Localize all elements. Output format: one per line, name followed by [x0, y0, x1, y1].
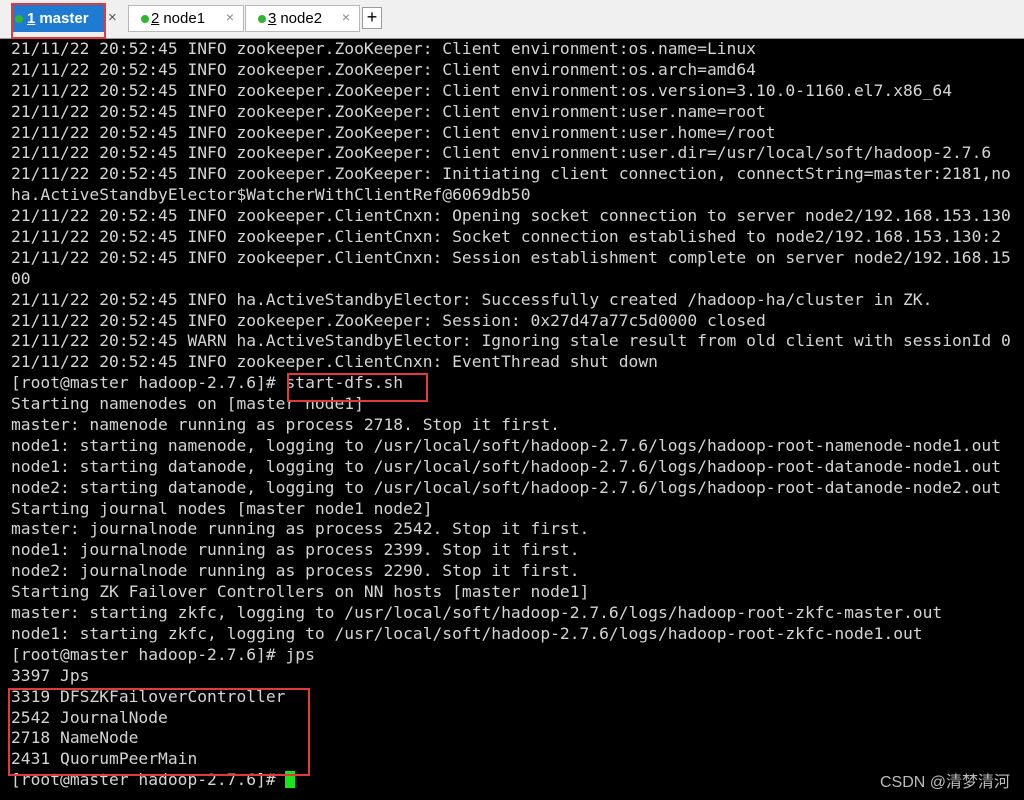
terminal-line: 21/11/22 20:52:45 INFO zookeeper.ZooKeep…	[11, 39, 756, 58]
terminal-line: Starting ZK Failover Controllers on NN h…	[11, 582, 590, 602]
connected-status-icon	[141, 15, 149, 23]
terminal-line: 3397 Jps	[11, 665, 90, 685]
terminal-line: 00	[11, 268, 31, 288]
terminal-line: master: namenode running as process 2718…	[11, 415, 560, 435]
tab-bar: 1 master × 2 node1 × 3 node2 × +	[0, 0, 1024, 39]
tab-number: 2	[151, 10, 160, 27]
terminal-line: [root@master hadoop-2.7.6]# start-dfs.sh	[11, 373, 404, 393]
tab-label: node1	[163, 10, 206, 27]
terminal-line: node1: starting datanode, logging to /us…	[11, 456, 1002, 476]
terminal-line: master: journalnode running as process 2…	[11, 519, 590, 539]
terminal-line: Starting journal nodes [master node1 nod…	[11, 498, 433, 518]
terminal-line: 21/11/22 20:52:45 INFO ha.ActiveStandbyE…	[11, 289, 933, 309]
connected-status-icon	[258, 15, 266, 23]
connected-status-icon	[15, 15, 23, 23]
terminal-line: 21/11/22 20:52:45 INFO zookeeper.ZooKeep…	[11, 143, 992, 163]
terminal-line: 2542 JournalNode	[11, 707, 168, 727]
watermark: CSDN @清梦清河	[879, 774, 1010, 791]
tab-node1[interactable]: 2 node1 ×	[128, 5, 244, 32]
tab-master[interactable]: 1 master	[12, 5, 106, 32]
close-tab-node1-icon[interactable]: ×	[223, 9, 237, 25]
close-tab-node2-icon[interactable]: ×	[339, 9, 353, 25]
terminal-line: 21/11/22 20:52:45 INFO zookeeper.ZooKeep…	[11, 164, 1011, 184]
terminal-line: node1: journalnode running as process 23…	[11, 540, 580, 560]
terminal-line: 21/11/22 20:52:45 INFO zookeeper.ClientC…	[11, 206, 1011, 226]
terminal-line: 2431 QuorumPeerMain	[11, 749, 198, 769]
text-cursor	[285, 771, 296, 789]
terminal-line: 2718 NameNode	[11, 728, 139, 748]
new-tab-button[interactable]: +	[362, 7, 382, 29]
terminal-line: 21/11/22 20:52:45 INFO zookeeper.ZooKeep…	[11, 80, 953, 100]
terminal-line: Starting namenodes on [master node1]	[11, 394, 364, 414]
terminal-line: ha.ActiveStandbyElector$WatcherWithClien…	[11, 185, 531, 205]
tab-number: 3	[268, 10, 277, 27]
shell-prompt: [root@master hadoop-2.7.6]#	[11, 770, 286, 790]
terminal-line: node2: journalnode running as process 22…	[11, 561, 580, 581]
terminal-line: node2: starting datanode, logging to /us…	[11, 477, 1002, 497]
terminal-line: node1: starting zkfc, logging to /usr/lo…	[11, 623, 923, 643]
terminal-line: 21/11/22 20:52:45 INFO zookeeper.ZooKeep…	[11, 59, 756, 79]
terminal-line: 21/11/22 20:52:45 INFO zookeeper.ClientC…	[11, 247, 1011, 267]
tab-label: master	[39, 10, 89, 27]
terminal-line: 21/11/22 20:52:45 INFO zookeeper.ClientC…	[11, 227, 1002, 247]
close-tab-master-icon[interactable]: ×	[108, 9, 117, 26]
terminal-line: 21/11/22 20:52:45 INFO zookeeper.ZooKeep…	[11, 101, 766, 121]
tab-node2[interactable]: 3 node2 ×	[245, 5, 360, 32]
terminal-line: 21/11/22 20:52:45 INFO zookeeper.ClientC…	[11, 352, 658, 372]
terminal-prompt-line[interactable]: [root@master hadoop-2.7.6]#	[11, 770, 1024, 791]
tab-number: 1	[27, 10, 36, 27]
terminal-output[interactable]: 21/11/22 20:52:45 INFO zookeeper.ZooKeep…	[11, 38, 1024, 800]
terminal-line: 21/11/22 20:52:45 INFO zookeeper.ZooKeep…	[11, 122, 776, 142]
terminal-line: 21/11/22 20:52:45 WARN ha.ActiveStandbyE…	[11, 331, 1011, 351]
tab-label: node2	[280, 10, 323, 27]
terminal-line: [root@master hadoop-2.7.6]# jps	[11, 644, 315, 664]
terminal-line: 3319 DFSZKFailoverController	[11, 686, 286, 706]
terminal-line: 21/11/22 20:52:45 INFO zookeeper.ZooKeep…	[11, 310, 766, 330]
terminal-line: node1: starting namenode, logging to /us…	[11, 435, 1002, 455]
terminal-line: master: starting zkfc, logging to /usr/l…	[11, 603, 943, 623]
